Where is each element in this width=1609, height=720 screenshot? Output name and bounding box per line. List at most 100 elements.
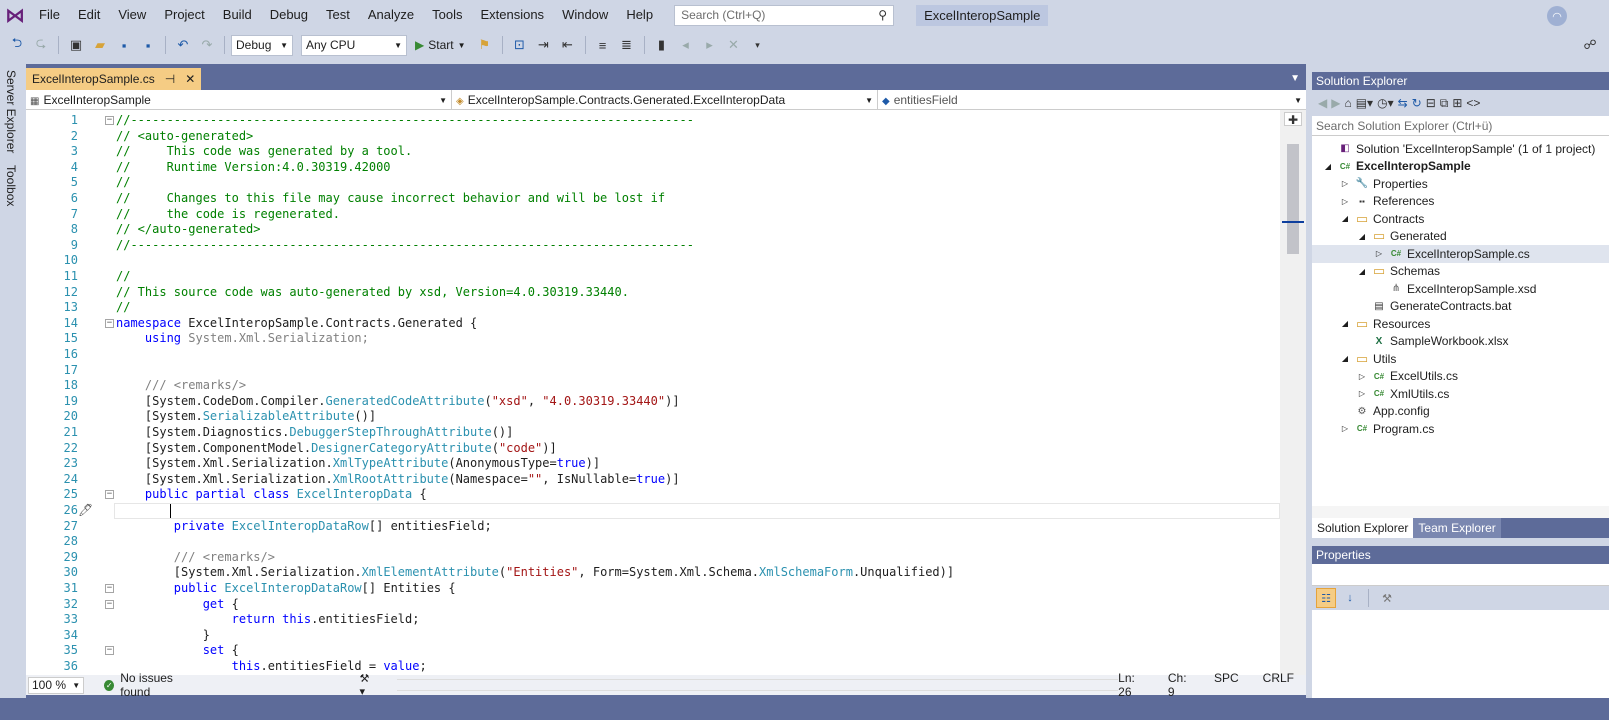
forward-icon[interactable]: ▶ (1331, 96, 1340, 110)
expand-arrow-icon[interactable]: ▷ (1373, 249, 1385, 258)
tree-item[interactable]: ▷ C# Program.cs (1312, 420, 1609, 438)
tree-item[interactable]: ⚙ App.config (1312, 403, 1609, 421)
redo-icon[interactable]: ↷ (196, 34, 218, 56)
live-share-icon[interactable]: ◠ (1547, 6, 1567, 26)
back-icon[interactable]: ◀ (1318, 96, 1327, 110)
tree-item[interactable]: ▷ C# XmlUtils.cs (1312, 385, 1609, 403)
menu-analyze[interactable]: Analyze (359, 0, 423, 30)
home-icon[interactable]: ⌂ (1344, 96, 1351, 110)
tree-item[interactable]: ◢ ▭ Contracts (1312, 210, 1609, 228)
expand-arrow-icon[interactable]: ▷ (1339, 179, 1351, 188)
menu-extensions[interactable]: Extensions (471, 0, 553, 30)
project-dropdown[interactable]: ▦ ExcelInteropSample ▼ (26, 90, 452, 110)
menu-debug[interactable]: Debug (261, 0, 317, 30)
type-dropdown[interactable]: ◈ ExcelInteropSample.Contracts.Generated.… (452, 90, 878, 110)
refresh-icon[interactable]: ↻ (1412, 96, 1422, 110)
code-line[interactable]: 31 − public ExcelInteropDataRow[] Entitie… (26, 581, 1280, 597)
code-line[interactable]: 16 (26, 347, 1280, 363)
pending-changes-icon[interactable]: ◷▾ (1377, 96, 1394, 110)
save-all-icon[interactable]: ▪ (137, 34, 159, 56)
show-all-files-icon[interactable]: ⧉ (1440, 96, 1449, 111)
tree-item[interactable]: ⋔ ExcelInteropSample.xsd (1312, 280, 1609, 298)
code-line[interactable]: 6 // Changes to this file may cause incor… (26, 191, 1280, 207)
undo-icon[interactable]: ↶ (172, 34, 194, 56)
tree-item[interactable]: ◢ ▭ Resources (1312, 315, 1609, 333)
tree-item[interactable]: ◢ ▭ Utils (1312, 350, 1609, 368)
expand-arrow-icon[interactable]: ▷ (1356, 389, 1368, 398)
column-number[interactable]: Ch: 9 (1168, 671, 1190, 699)
clear-bookmarks-icon[interactable]: ✕ (723, 34, 745, 56)
toolbar-overflow-icon[interactable]: ▾ (747, 34, 769, 56)
menu-file[interactable]: File (30, 0, 69, 30)
indent-icon[interactable]: ⇤ (557, 34, 579, 56)
expand-arrow-icon[interactable]: ▷ (1356, 372, 1368, 381)
new-project-icon[interactable]: ▣ (65, 34, 87, 56)
code-line[interactable]: 26 (26, 503, 1280, 519)
tree-item[interactable]: ▤ GenerateContracts.bat (1312, 298, 1609, 316)
server-explorer-tab[interactable]: Server Explorer (0, 64, 22, 159)
code-line[interactable]: 12 // This source code was auto-generated… (26, 285, 1280, 301)
code-line[interactable]: 8 // </auto-generated> (26, 222, 1280, 238)
save-icon[interactable]: ▪ (113, 34, 135, 56)
property-pages-icon[interactable]: ⚒ (1377, 588, 1397, 608)
code-line[interactable]: 11 // (26, 269, 1280, 285)
code-line[interactable]: 2 // <auto-generated> (26, 129, 1280, 145)
code-line[interactable]: 1 −//------------------------------------… (26, 113, 1280, 129)
browser-link-icon[interactable]: ⊡ (509, 34, 531, 56)
split-editor-icon[interactable]: ✚ (1284, 112, 1302, 127)
code-line[interactable]: 35 − set { (26, 643, 1280, 659)
solution-explorer-search[interactable]: Search Solution Explorer (Ctrl+ü) (1312, 116, 1609, 136)
code-line[interactable]: 29 /// <remarks/> (26, 550, 1280, 566)
tree-item[interactable]: ◢ ▭ Generated (1312, 228, 1609, 246)
collapse-arrow-icon[interactable]: ◢ (1322, 162, 1334, 171)
attach-icon[interactable]: ⚑ (474, 34, 496, 56)
view-code-icon[interactable]: <> (1466, 96, 1480, 110)
code-line[interactable]: 28 (26, 534, 1280, 550)
code-line[interactable]: 10 (26, 253, 1280, 269)
line-number[interactable]: Ln: 26 (1118, 671, 1144, 699)
menu-window[interactable]: Window (553, 0, 617, 30)
code-line[interactable]: 20 [System.SerializableAttribute()] (26, 409, 1280, 425)
tree-item[interactable]: X SampleWorkbook.xlsx (1312, 333, 1609, 351)
collapse-arrow-icon[interactable]: ◢ (1339, 319, 1351, 328)
tree-item[interactable]: ◢ C# ExcelInteropSample (1312, 158, 1609, 176)
menu-build[interactable]: Build (214, 0, 261, 30)
horizontal-scrollbar[interactable] (396, 679, 1119, 691)
tree-item[interactable]: ▷ C# ExcelUtils.cs (1312, 368, 1609, 386)
search-input[interactable]: Search (Ctrl+Q) ⚲ (674, 4, 895, 26)
platform-select[interactable]: Any CPU ▼ (301, 34, 407, 56)
outline-collapse-icon[interactable]: − (105, 646, 114, 656)
code-line[interactable]: 13 // (26, 300, 1280, 316)
code-line[interactable]: 32 − get { (26, 597, 1280, 613)
code-line[interactable]: 24 [System.Xml.Serialization.XmlRootAttr… (26, 472, 1280, 488)
next-bookmark-icon[interactable]: ▸ (699, 34, 721, 56)
code-cleanup-icon[interactable]: ⚒ ▾ (359, 672, 376, 698)
code-line[interactable]: 36 this.entitiesField = value; (26, 659, 1280, 675)
configuration-select[interactable]: Debug ▼ (231, 34, 293, 56)
code-line[interactable]: 33 return this.entitiesField; (26, 612, 1280, 628)
code-line[interactable]: 14 − namespace ExcelInteropSample.Contract… (26, 316, 1280, 332)
code-line[interactable]: 4 // Runtime Version:4.0.30319.42000 (26, 160, 1280, 176)
member-dropdown[interactable]: ◆ entitiesField ▼ (878, 90, 1306, 110)
code-line[interactable]: 5 // (26, 175, 1280, 191)
code-line[interactable]: 19 [System.CodeDom.Compiler.GeneratedCod… (26, 394, 1280, 410)
tab-solution-explorer[interactable]: Solution Explorer (1312, 518, 1414, 538)
switch-views-icon[interactable]: ▤▾ (1356, 96, 1373, 110)
outline-collapse-icon[interactable]: − (105, 584, 114, 593)
properties-object-selector[interactable] (1312, 564, 1609, 586)
menu-project[interactable]: Project (155, 0, 213, 30)
outline-collapse-icon[interactable]: − (105, 599, 114, 609)
feedback-icon[interactable]: ☍ (1579, 34, 1601, 56)
code-line[interactable]: 15 using System.Xml.Serialization; (26, 331, 1280, 347)
uncomment-icon[interactable]: ≣ (616, 34, 638, 56)
forward-icon[interactable]: ⮎ (30, 34, 52, 56)
sync-icon[interactable]: ⇆ (1398, 96, 1408, 110)
tree-item[interactable]: ▷ C# ExcelInteropSample.cs (1312, 245, 1609, 263)
menu-edit[interactable]: Edit (69, 0, 109, 30)
code-line[interactable]: 23 [System.Xml.Serialization.XmlTypeAttr… (26, 456, 1280, 472)
code-line[interactable]: 17 (26, 363, 1280, 379)
open-folder-icon[interactable]: ▰ (89, 34, 111, 56)
alphabetical-icon[interactable]: ↓ (1340, 588, 1360, 608)
tree-item[interactable]: ▷ 🔧 Properties (1312, 175, 1609, 193)
code-line[interactable]: 27 private ExcelInteropDataRow[] entitie… (26, 519, 1280, 535)
